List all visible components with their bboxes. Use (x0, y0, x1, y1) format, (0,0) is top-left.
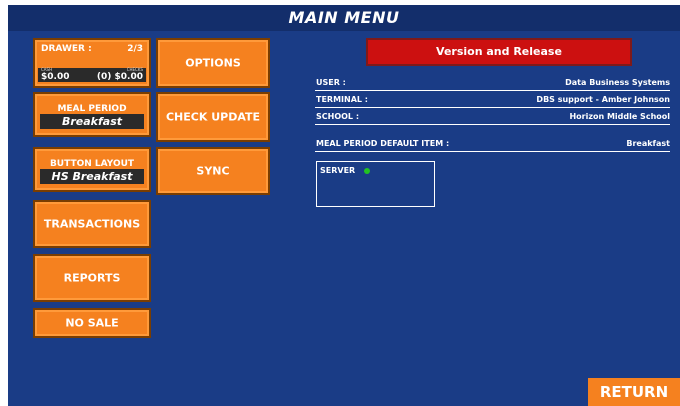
button-layout-value: HS Breakfast (40, 169, 144, 184)
version-release-button[interactable]: Version and Release (366, 38, 632, 66)
user-value: Data Business Systems (565, 78, 670, 87)
drawer-values: CASH CHECKS $0.00 (0) $0.00 (38, 67, 146, 82)
school-value: Horizon Middle School (569, 112, 670, 121)
school-label: SCHOOL : (316, 112, 360, 121)
sync-label: SYNC (196, 164, 230, 178)
server-label: SERVER (320, 166, 356, 175)
terminal-label: TERMINAL : (316, 95, 368, 104)
terminal-row: TERMINAL : DBS support - Amber Johnson (315, 90, 670, 108)
transactions-button[interactable]: TRANSACTIONS (33, 200, 151, 248)
drawer-label: DRAWER : (41, 44, 92, 54)
meal-default-label: MEAL PERIOD DEFAULT ITEM : (316, 139, 450, 148)
sync-button[interactable]: SYNC (156, 147, 270, 195)
reports-label: REPORTS (63, 271, 121, 285)
check-update-button[interactable]: CHECK UPDATE (156, 92, 270, 142)
meal-period-button[interactable]: MEAL PERIOD Breakfast (33, 92, 151, 137)
drawer-count: 2/3 (127, 44, 143, 54)
drawer-checks-value: (0) $0.00 (96, 72, 143, 82)
no-sale-label: NO SALE (65, 316, 119, 330)
terminal-value: DBS support - Amber Johnson (536, 95, 670, 104)
no-sale-button[interactable]: NO SALE (33, 308, 151, 338)
page-title: MAIN MENU (8, 5, 680, 31)
meal-period-value: Breakfast (40, 114, 144, 129)
meal-period-label: MEAL PERIOD (57, 104, 127, 114)
user-label: USER : (316, 78, 346, 87)
server-status-box: SERVER (316, 161, 435, 207)
school-row: SCHOOL : Horizon Middle School (315, 107, 670, 125)
user-row: USER : Data Business Systems (315, 73, 670, 91)
server-status-dot-icon (364, 168, 370, 174)
reports-button[interactable]: REPORTS (33, 254, 151, 302)
button-layout-label: BUTTON LAYOUT (49, 159, 135, 169)
check-update-label: CHECK UPDATE (165, 110, 261, 124)
button-layout-button[interactable]: BUTTON LAYOUT HS Breakfast (33, 147, 151, 192)
meal-default-value: Breakfast (626, 139, 670, 148)
return-button[interactable]: RETURN (588, 378, 680, 406)
main-screen: MAIN MENU DRAWER : 2/3 CASH CHECKS $0.00… (8, 5, 680, 406)
options-button[interactable]: OPTIONS (156, 38, 270, 88)
options-label: OPTIONS (185, 56, 241, 70)
transactions-label: TRANSACTIONS (43, 217, 141, 231)
drawer-button[interactable]: DRAWER : 2/3 CASH CHECKS $0.00 (0) $0.00 (33, 38, 151, 88)
drawer-cash-value: $0.00 (41, 72, 70, 82)
meal-default-row: MEAL PERIOD DEFAULT ITEM : Breakfast (315, 134, 670, 152)
